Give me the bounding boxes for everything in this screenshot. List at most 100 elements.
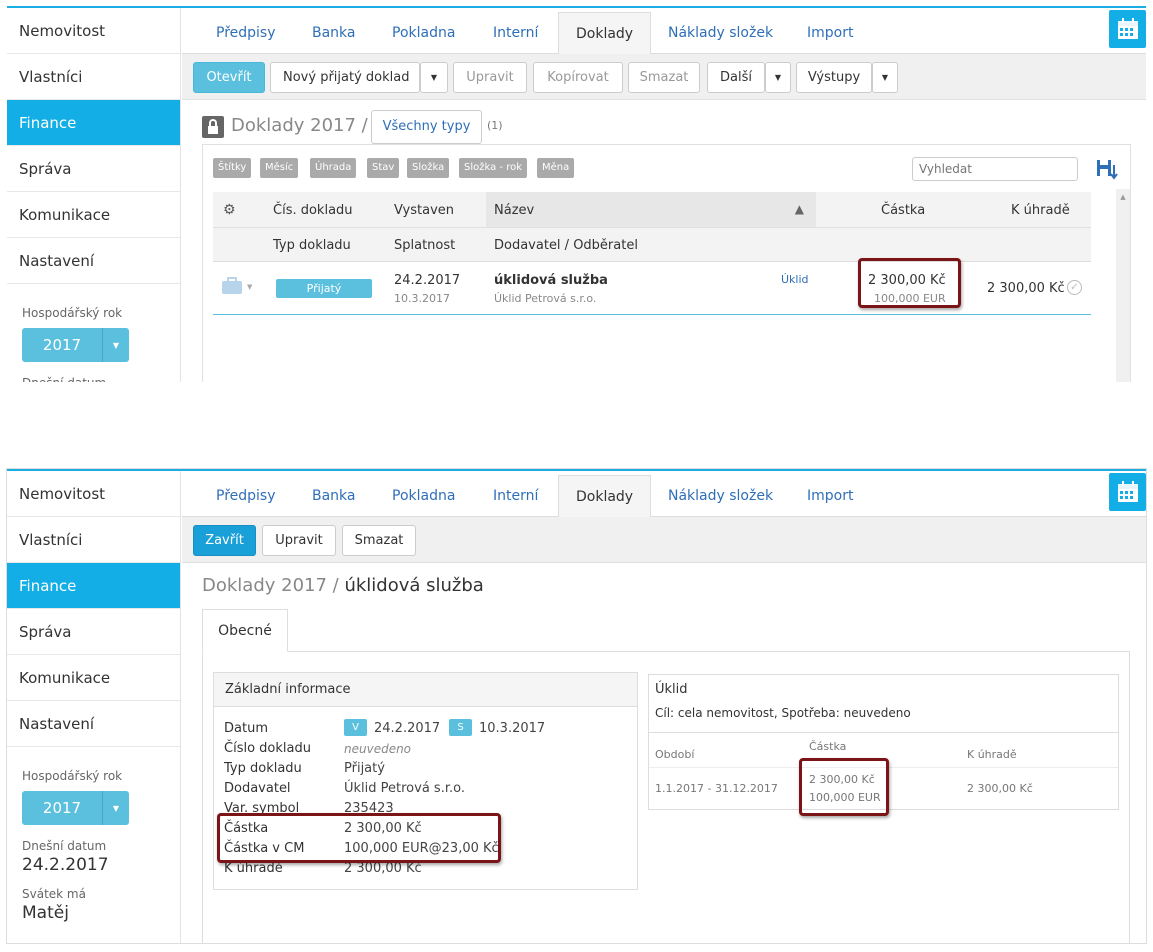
col-to-pay[interactable]: K úhradě xyxy=(1011,203,1070,218)
col-name-sorted[interactable]: Název ▲ xyxy=(486,192,816,227)
label-to-pay: K úhradě xyxy=(224,861,283,876)
doc-name: úklidová služba xyxy=(494,273,608,288)
scroll-up-icon[interactable]: ▲ xyxy=(1116,193,1130,201)
tab-cash[interactable]: Pokladna xyxy=(375,12,472,54)
documents-list-panel: Nemovitost Vlastníci Finance Správa Komu… xyxy=(7,6,1146,382)
sidebar-item-management[interactable]: Správa xyxy=(7,146,180,192)
close-button[interactable]: Zavřít xyxy=(193,525,256,556)
due-badge: S xyxy=(449,719,472,736)
document-detail-panel: Nemovitost Vlastníci Finance Správa Komu… xyxy=(7,469,1146,943)
col-doc-number[interactable]: Čís. dokladu xyxy=(273,203,353,218)
fiscal-year-select[interactable]: 2017 ▼ xyxy=(22,328,129,362)
label-doc-type: Typ dokladu xyxy=(224,761,302,776)
tag-link[interactable]: Úklid xyxy=(781,273,809,286)
chevron-down-icon[interactable]: ▼ xyxy=(872,62,898,93)
open-button[interactable]: Otevřít xyxy=(193,62,265,93)
sidebar-item-settings[interactable]: Nastavení xyxy=(7,238,180,284)
briefcase-icon[interactable] xyxy=(221,277,243,295)
edit-button[interactable]: Upravit xyxy=(262,525,336,556)
filter-payment[interactable]: Úhrada xyxy=(310,158,357,178)
filter-currency[interactable]: Měna xyxy=(537,158,575,178)
sidebar-item-management[interactable]: Správa xyxy=(7,609,180,655)
tab-import[interactable]: Import xyxy=(790,475,870,517)
search-input[interactable] xyxy=(912,157,1078,181)
doc-type-badge: Přijatý xyxy=(276,279,372,298)
col-amount: Částka xyxy=(809,740,847,753)
save-export-icon[interactable] xyxy=(1096,157,1118,181)
sidebar-item-settings[interactable]: Nastavení xyxy=(7,701,180,747)
sidebar-item-communication[interactable]: Komunikace xyxy=(7,655,180,701)
tab-folder-costs[interactable]: Náklady složek xyxy=(651,12,790,54)
filter-status[interactable]: Stav xyxy=(367,158,400,178)
sidebar-item-finance[interactable]: Finance xyxy=(7,563,180,609)
chevron-down-icon[interactable]: ▼ xyxy=(765,62,791,93)
tab-general[interactable]: Obecné xyxy=(202,609,288,652)
col-doc-type[interactable]: Typ dokladu xyxy=(273,238,351,253)
col-to-pay: K úhradě xyxy=(967,748,1017,761)
sidebar-item-owners[interactable]: Vlastníci xyxy=(7,54,180,100)
highlight-amount-basic xyxy=(217,813,501,863)
tab-internal[interactable]: Interní xyxy=(476,475,555,517)
col-due[interactable]: Splatnost xyxy=(394,238,455,253)
filter-bar: Štítky Měsíc Úhrada Stav Složka Složka -… xyxy=(213,158,913,178)
filter-month[interactable]: Měsíc xyxy=(260,158,299,178)
filter-folder[interactable]: Složka xyxy=(407,158,450,178)
to-pay-value: 2 300,00 Kč xyxy=(967,782,1033,795)
tab-folder-costs[interactable]: Náklady složek xyxy=(651,475,790,517)
sidebar-item-owners[interactable]: Vlastníci xyxy=(7,517,180,563)
due-date: 10.3.2017 xyxy=(394,292,450,305)
sidebar-item-property[interactable]: Nemovitost xyxy=(7,471,180,517)
tab-prescriptions[interactable]: Předpisy xyxy=(199,12,293,54)
filter-tags[interactable]: Štítky xyxy=(213,158,252,178)
value-doc-type: Přijatý xyxy=(344,761,385,776)
chevron-down-icon[interactable]: ▼ xyxy=(420,62,448,93)
value-to-pay: 2 300,00 Kč xyxy=(344,861,422,876)
col-issued[interactable]: Vystaven xyxy=(394,203,454,218)
tab-bar: Předpisy Banka Pokladna Interní Doklady … xyxy=(182,8,1146,55)
calendar-icon[interactable] xyxy=(1109,10,1146,48)
issued-badge: V xyxy=(344,719,367,736)
label-supplier: Dodavatel xyxy=(224,781,291,796)
label-doc-number: Číslo dokladu xyxy=(224,741,311,756)
partner-name: Úklid Petrová s.r.o. xyxy=(494,292,597,305)
fiscal-year-select[interactable]: 2017 ▼ xyxy=(22,791,129,825)
tab-bank[interactable]: Banka xyxy=(295,475,373,517)
col-name: Název xyxy=(494,203,535,218)
outputs-button[interactable]: Výstupy xyxy=(796,62,872,93)
tab-bank[interactable]: Banka xyxy=(295,12,373,54)
nameday-value: Matěj xyxy=(22,903,69,923)
delete-button[interactable]: Smazat xyxy=(342,525,416,556)
tab-cash[interactable]: Pokladna xyxy=(375,475,472,517)
col-amount[interactable]: Částka xyxy=(881,203,925,218)
sidebar-item-finance[interactable]: Finance xyxy=(7,100,180,146)
period-value: 1.1.2017 - 31.12.2017 xyxy=(655,782,778,795)
chevron-down-icon: ▼ xyxy=(112,803,120,813)
tab-documents[interactable]: Doklady xyxy=(558,12,652,55)
calendar-icon[interactable] xyxy=(1109,473,1146,511)
vertical-scrollbar[interactable]: ▲ xyxy=(1116,189,1130,382)
tab-bar: Předpisy Banka Pokladna Interní Doklady … xyxy=(182,471,1146,518)
tab-documents[interactable]: Doklady xyxy=(558,475,652,518)
col-partner[interactable]: Dodavatel / Odběratel xyxy=(494,238,638,253)
chevron-down-icon: ▼ xyxy=(112,340,120,350)
fiscal-year-label: Hospodářský rok xyxy=(22,769,123,783)
tab-prescriptions[interactable]: Předpisy xyxy=(199,475,293,517)
doc-type-filter-button[interactable]: Všechny typy xyxy=(371,110,482,144)
chevron-down-icon[interactable]: ▼ xyxy=(247,283,252,291)
gear-icon[interactable]: ⚙ xyxy=(223,202,236,218)
filter-folder-year[interactable]: Složka - rok xyxy=(459,158,528,178)
edit-button[interactable]: Upravit xyxy=(453,62,527,93)
sidebar-item-communication[interactable]: Komunikace xyxy=(7,192,180,238)
issued-date: 24.2.2017 xyxy=(374,721,441,736)
sidebar: Nemovitost Vlastníci Finance Správa Komu… xyxy=(7,471,181,943)
title-doc: úklidová služba xyxy=(344,575,484,596)
delete-button[interactable]: Smazat xyxy=(628,62,700,93)
tab-internal[interactable]: Interní xyxy=(476,12,555,54)
new-received-doc-button[interactable]: Nový přijatý doklad xyxy=(270,62,420,93)
today-label: Dnešní datum xyxy=(22,376,180,382)
tab-import[interactable]: Import xyxy=(790,12,870,54)
paid-check-icon: ✓ xyxy=(1067,280,1082,295)
sidebar-item-property[interactable]: Nemovitost xyxy=(7,8,180,54)
copy-button[interactable]: Kopírovat xyxy=(533,62,623,93)
more-button[interactable]: Další xyxy=(707,62,765,93)
